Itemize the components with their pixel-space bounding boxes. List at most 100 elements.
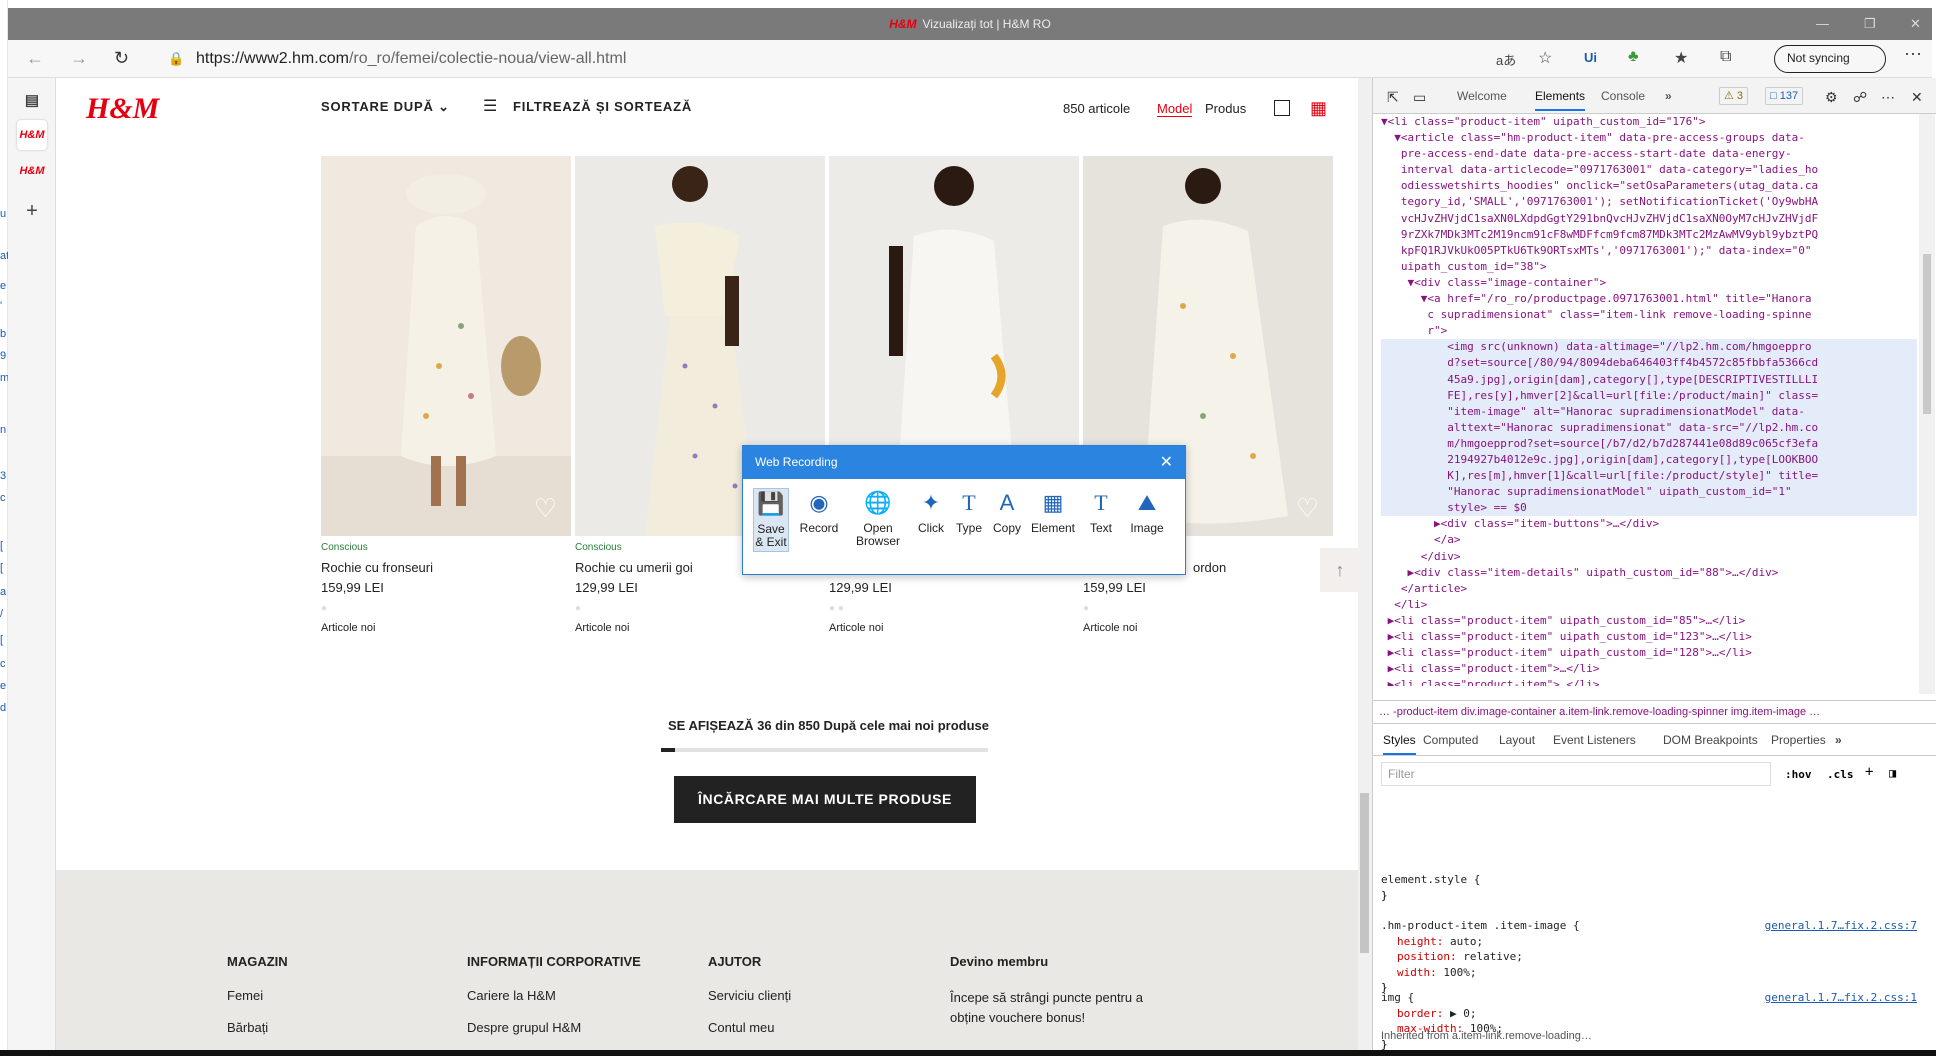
dom-line[interactable]: style> == $0	[1381, 500, 1917, 517]
css-rule[interactable]: img {general.1.7…fix.2.css:1 border: ▶ 0;…	[1381, 990, 1917, 1052]
css-property[interactable]: position: relative;	[1381, 949, 1917, 965]
filter-sliders-icon[interactable]: ☰	[483, 96, 498, 116]
product-image[interactable]: ♡	[321, 156, 571, 536]
color-swatches[interactable]: ●	[575, 603, 581, 614]
collections-icon[interactable]: ⧉	[1720, 48, 1731, 66]
css-property[interactable]: height: auto;	[1381, 934, 1917, 950]
dom-line[interactable]: 9rZXk7MDk3MTc2M19ncm91cF8wMDFfcm9fcm87MD…	[1381, 227, 1917, 243]
restore-icon[interactable]: ❐	[1864, 8, 1876, 40]
dom-line[interactable]: ▶<li class="product-item" uipath_custom_…	[1381, 613, 1917, 629]
text-button[interactable]: T Text	[1083, 488, 1119, 535]
favorite-add-icon[interactable]: ☆	[1538, 48, 1552, 68]
css-rule[interactable]: .hm-product-item .item-image {general.1.…	[1381, 918, 1917, 996]
dom-line[interactable]: 45a9.jpg],origin[dam],category[],type[DE…	[1381, 371, 1917, 388]
computed-sidebar-icon[interactable]: ◨	[1889, 766, 1896, 780]
color-swatches[interactable]: ●	[321, 603, 327, 614]
settings-more-icon[interactable]: ⋯	[1904, 44, 1922, 65]
uipath-extension-icon[interactable]: Ui	[1584, 50, 1597, 65]
tab-computed[interactable]: Computed	[1423, 733, 1478, 747]
dom-line[interactable]: ▼<a href="/ro_ro/productpage.0971763001.…	[1381, 291, 1917, 307]
footer-link[interactable]: Femei	[227, 988, 263, 1003]
more-options-icon[interactable]: ⋯	[1881, 89, 1895, 106]
product-name[interactable]: Rochie cu umerii goi	[575, 560, 693, 575]
tab-welcome[interactable]: Welcome	[1457, 89, 1507, 103]
open-browser-button[interactable]: 🌐 Open Browser	[853, 488, 903, 548]
filter-button[interactable]: FILTREAZĂ ȘI SORTEAZĂ	[513, 99, 692, 114]
dom-line[interactable]: </li>	[1381, 597, 1917, 613]
dom-line[interactable]: K],res[m],hmver[1]&call=url[file:/produc…	[1381, 468, 1917, 485]
close-icon[interactable]: ✕	[1160, 446, 1173, 479]
dom-line[interactable]: "Hanorac supradimensionatModel" uipath_c…	[1381, 484, 1917, 501]
extension-icon[interactable]: ♣	[1628, 48, 1639, 66]
css-rule[interactable]: element.style {}	[1381, 872, 1917, 903]
styles-filter-input[interactable]: Filter	[1381, 762, 1771, 786]
dom-line[interactable]: ▼<article class="hm-product-item" data-p…	[1381, 130, 1917, 146]
product-name[interactable]: ordon	[1193, 560, 1226, 575]
favorite-heart-icon[interactable]: ♡	[534, 493, 557, 524]
page-scrollbar[interactable]	[1358, 78, 1372, 1056]
tab-actions-icon[interactable]: ▤	[17, 86, 47, 116]
type-button[interactable]: T Type	[951, 488, 987, 535]
back-icon[interactable]: ←	[26, 48, 44, 69]
tab-styles[interactable]: Styles	[1383, 733, 1416, 755]
product-card[interactable]: ♡ Conscious Rochie cu fronseuri 159,99 L…	[321, 156, 571, 634]
load-more-button[interactable]: ÎNCĂRCARE MAI MULTE PRODUSE	[674, 776, 976, 823]
view-product-toggle[interactable]: Produs	[1205, 101, 1246, 116]
scroll-to-top-button[interactable]: ↑	[1320, 548, 1358, 592]
image-button[interactable]: ⛰ Image	[1125, 488, 1169, 535]
minimize-icon[interactable]: —	[1816, 8, 1829, 40]
device-toggle-icon[interactable]: ▭	[1413, 89, 1426, 106]
inspect-icon[interactable]: ⇱	[1387, 89, 1399, 106]
forward-icon[interactable]: →	[70, 48, 88, 69]
dom-line[interactable]: </a>	[1381, 532, 1917, 548]
dom-breadcrumb[interactable]: … -product-item div.image-container a.it…	[1373, 700, 1936, 724]
css-property[interactable]: border: ▶ 0;	[1381, 1006, 1917, 1022]
dom-line[interactable]: interval data-articlecode="0971763001" d…	[1381, 162, 1917, 178]
scrollbar-thumb[interactable]	[1923, 254, 1931, 414]
footer-link[interactable]: Serviciu clienți	[708, 988, 791, 1003]
gear-icon[interactable]: ⚙	[1825, 89, 1838, 106]
save-exit-button[interactable]: 💾 Save & Exit	[753, 488, 789, 552]
dom-line[interactable]: "item-image" alt="Hanorac supradimension…	[1381, 403, 1917, 420]
dom-line[interactable]: </article>	[1381, 581, 1917, 597]
address-field[interactable]: https://www2.hm.com/ro_ro/femei/colectie…	[196, 50, 626, 68]
more-tabs-icon[interactable]: »	[1665, 89, 1672, 103]
dom-line[interactable]: 2194927b4012e9c.jpg],origin[dam],categor…	[1381, 451, 1917, 469]
dom-line[interactable]: tegory_id,'SMALL','0971763001'); setNoti…	[1381, 194, 1917, 210]
favorites-icon[interactable]: ★	[1674, 48, 1688, 68]
dom-line[interactable]: odiesswetshirts_hoodies" onclick="setOsa…	[1381, 178, 1917, 194]
color-swatches[interactable]: ●	[1083, 603, 1089, 614]
hm-logo[interactable]: H&M	[86, 92, 159, 126]
tab-dom-breakpoints[interactable]: DOM Breakpoints	[1663, 733, 1758, 747]
dom-line[interactable]: ▶<li class="product-item">…</li>	[1381, 677, 1917, 686]
click-button[interactable]: ✦ Click	[913, 488, 949, 535]
footer-link[interactable]: Bărbați	[227, 1020, 268, 1035]
dom-line[interactable]: ▶<li class="product-item" uipath_custom_…	[1381, 629, 1917, 645]
refresh-icon[interactable]: ↻	[114, 48, 129, 69]
dom-line[interactable]: </div>	[1381, 549, 1917, 565]
vertical-tab-2[interactable]: H&M	[17, 156, 47, 186]
dom-line[interactable]: ▶<li class="product-item">…</li>	[1381, 661, 1917, 677]
favorite-heart-icon[interactable]: ♡	[1296, 493, 1319, 524]
css-source-link[interactable]: general.1.7…fix.2.css:1	[1765, 990, 1917, 1006]
dom-line[interactable]: c supradimensionat" class="item-link rem…	[1381, 307, 1917, 323]
read-aloud-icon[interactable]: aあ	[1496, 50, 1516, 69]
dom-line[interactable]: ▶<div class="item-buttons">…</div>	[1381, 516, 1917, 532]
add-rule-icon[interactable]: +	[1865, 764, 1873, 780]
dom-line[interactable]: alttext="Hanorac supradimensionat" data-…	[1381, 419, 1917, 436]
warnings-badge[interactable]: ⚠ 3	[1719, 87, 1749, 105]
dom-line[interactable]: kpFQ1RJVkUkO05PTkU6Tk9ORTsxMTs','0971763…	[1381, 243, 1917, 259]
footer-link[interactable]: Despre grupul H&M	[467, 1020, 581, 1035]
dom-line[interactable]: d?set=source[/80/94/8094deba646403ff4b45…	[1381, 355, 1917, 372]
dom-line[interactable]: ▼<li class="product-item" uipath_custom_…	[1381, 114, 1917, 130]
dom-scrollbar[interactable]	[1919, 114, 1935, 694]
css-property[interactable]: width: 100%;	[1381, 965, 1917, 981]
dom-line[interactable]: FE],res[y],hmver[2]&call=url[file:/produ…	[1381, 387, 1917, 404]
hov-toggle[interactable]: :hov	[1785, 768, 1812, 781]
cls-toggle[interactable]: .cls	[1827, 768, 1854, 781]
more-tabs-icon[interactable]: »	[1835, 733, 1842, 747]
copy-button[interactable]: A Copy	[989, 488, 1025, 535]
share-icon[interactable]: ☍	[1853, 89, 1867, 106]
tab-event-listeners[interactable]: Event Listeners	[1553, 733, 1636, 747]
scrollbar-thumb[interactable]	[1360, 793, 1369, 953]
